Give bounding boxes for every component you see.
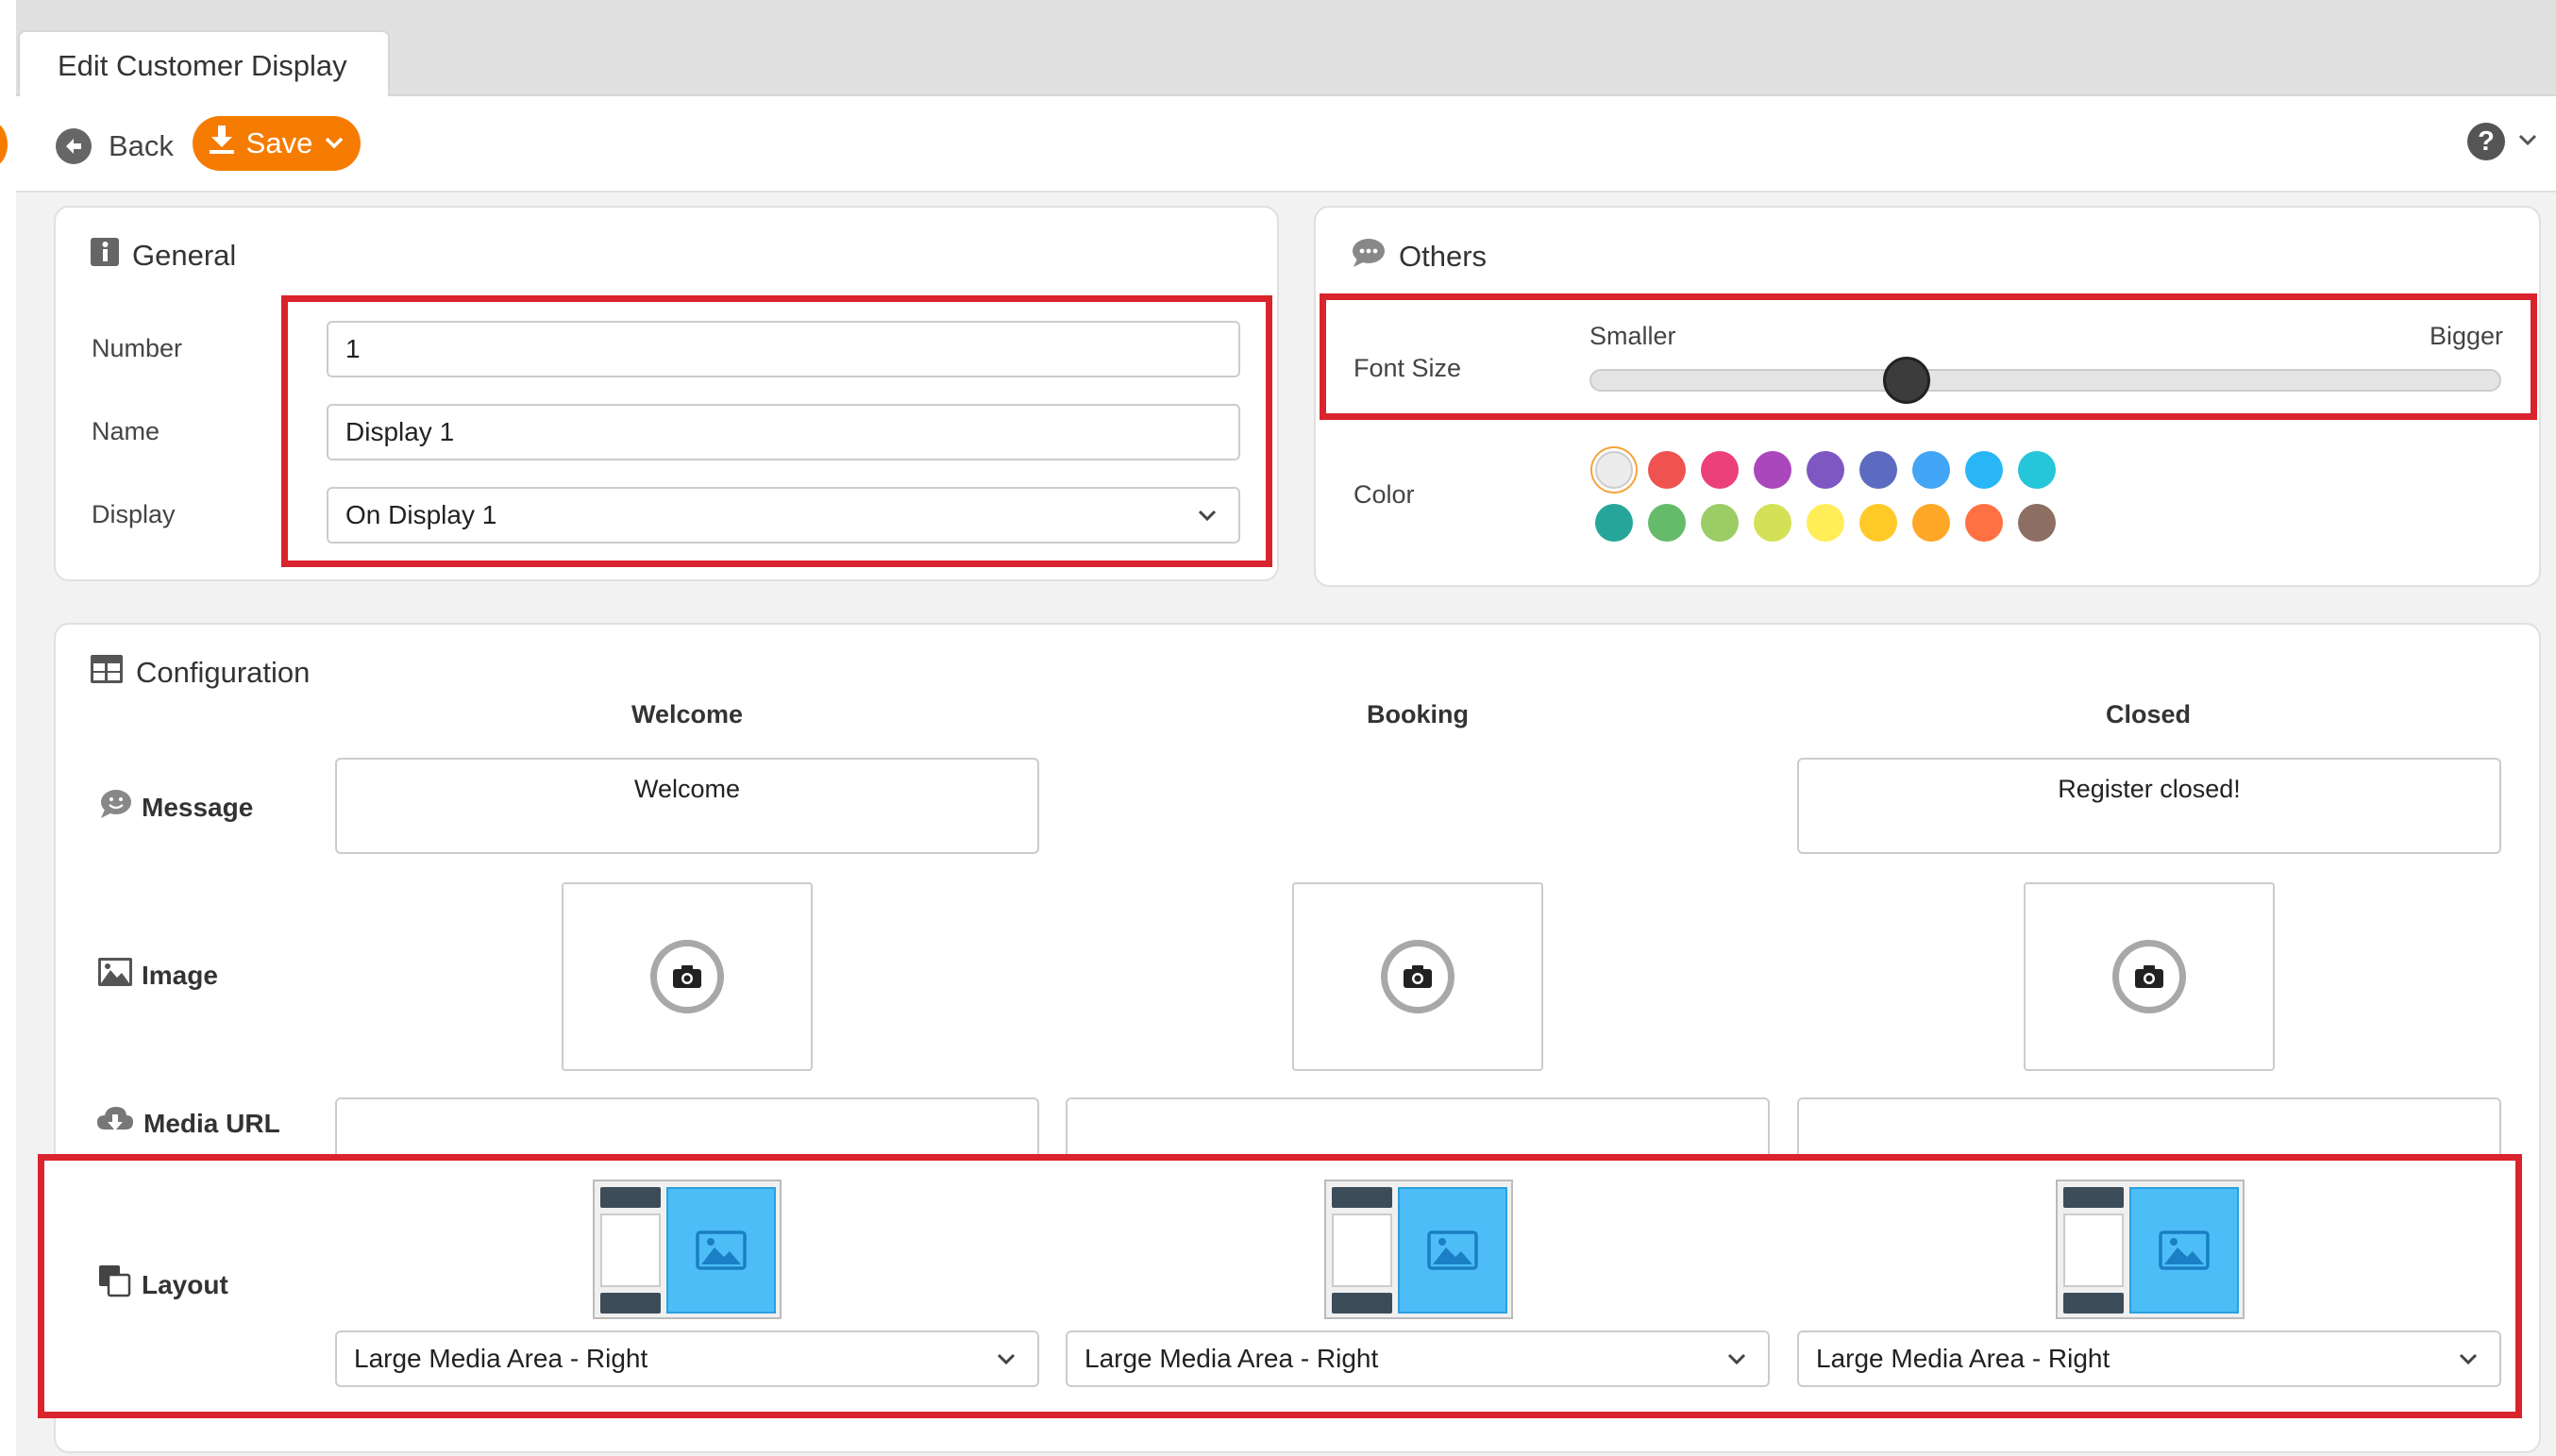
camera-icon bbox=[2112, 940, 2186, 1013]
general-title: General bbox=[91, 238, 236, 274]
booking-message-input[interactable] bbox=[1066, 758, 1770, 854]
camera-icon bbox=[650, 940, 724, 1013]
copy-icon bbox=[98, 1264, 132, 1305]
chevron-down-icon bbox=[997, 1353, 1016, 1365]
picture-icon bbox=[2129, 1187, 2239, 1314]
welcome-layout-select[interactable]: Large Media Area - Right bbox=[335, 1330, 1039, 1387]
table-grid-icon bbox=[91, 655, 123, 691]
color-swatch[interactable] bbox=[1595, 504, 1633, 542]
chevron-down-icon bbox=[1727, 1353, 1746, 1365]
closed-layout-preview[interactable] bbox=[2056, 1180, 2245, 1319]
column-header-closed: Closed bbox=[2105, 700, 2192, 728]
tab-edit-customer-display[interactable]: Edit Customer Display bbox=[18, 30, 390, 98]
message-row-label: Message bbox=[98, 789, 253, 826]
color-swatch[interactable] bbox=[1648, 451, 1686, 489]
display-label: Display bbox=[92, 500, 176, 528]
layout-sidebar bbox=[1332, 1187, 1392, 1314]
name-input[interactable]: Display 1 bbox=[327, 404, 1240, 460]
chevron-down-icon bbox=[1198, 510, 1217, 522]
picture-icon bbox=[1398, 1187, 1507, 1314]
camera-icon bbox=[1381, 940, 1455, 1013]
help-menu[interactable]: ? bbox=[2467, 123, 2539, 160]
welcome-media-url-input[interactable] bbox=[335, 1097, 1039, 1154]
color-swatch[interactable] bbox=[1912, 504, 1950, 542]
color-swatch[interactable] bbox=[1701, 504, 1739, 542]
color-swatch[interactable] bbox=[1965, 504, 2003, 542]
color-label: Color bbox=[1354, 480, 1415, 509]
chevron-down-icon bbox=[2459, 1353, 2478, 1365]
smiley-comment-icon bbox=[98, 789, 132, 826]
booking-layout-preview[interactable] bbox=[1324, 1180, 1513, 1319]
booking-image-upload[interactable] bbox=[1292, 882, 1543, 1071]
column-header-booking: Booking bbox=[1367, 700, 1469, 728]
color-swatch[interactable] bbox=[1754, 451, 1791, 489]
closed-message-input[interactable]: Register closed! bbox=[1797, 758, 2501, 854]
color-swatch[interactable] bbox=[2018, 451, 2056, 489]
chevron-down-icon bbox=[324, 126, 345, 160]
booking-media-url-input[interactable] bbox=[1066, 1097, 1770, 1154]
picture-icon bbox=[666, 1187, 776, 1314]
column-header-welcome: Welcome bbox=[631, 700, 744, 728]
toolbar: Back Save ? bbox=[16, 96, 2556, 192]
font-size-slider-track[interactable] bbox=[1589, 369, 2501, 392]
cloud-download-icon bbox=[96, 1105, 134, 1142]
layout-sidebar bbox=[2063, 1187, 2124, 1314]
color-swatch[interactable] bbox=[1807, 504, 1844, 542]
welcome-image-upload[interactable] bbox=[562, 882, 813, 1071]
color-swatch[interactable] bbox=[1595, 451, 1633, 489]
number-input[interactable]: 1 bbox=[327, 321, 1240, 377]
layout-sidebar bbox=[600, 1187, 661, 1314]
booking-layout-select[interactable]: Large Media Area - Right bbox=[1066, 1330, 1770, 1387]
tab-bar: Edit Customer Display bbox=[16, 0, 2556, 98]
closed-layout-select[interactable]: Large Media Area - Right bbox=[1797, 1330, 2501, 1387]
left-edge-strip bbox=[0, 0, 16, 1456]
bigger-label: Bigger bbox=[2430, 322, 2504, 350]
welcome-layout-preview[interactable] bbox=[593, 1180, 782, 1319]
image-row-label: Image bbox=[98, 958, 218, 993]
configuration-title: Configuration bbox=[91, 655, 310, 691]
color-swatch[interactable] bbox=[1912, 451, 1950, 489]
others-title: Others bbox=[1352, 238, 1487, 276]
color-swatch[interactable] bbox=[2018, 504, 2056, 542]
back-button[interactable]: Back bbox=[56, 125, 174, 168]
save-button[interactable]: Save bbox=[193, 116, 361, 171]
color-swatch[interactable] bbox=[1965, 451, 2003, 489]
number-label: Number bbox=[92, 334, 183, 362]
help-icon: ? bbox=[2467, 123, 2505, 160]
color-swatch[interactable] bbox=[1859, 451, 1897, 489]
download-icon bbox=[209, 126, 235, 161]
name-label: Name bbox=[92, 417, 160, 445]
smaller-label: Smaller bbox=[1589, 322, 1676, 350]
color-swatch[interactable] bbox=[1648, 504, 1686, 542]
comment-icon bbox=[1352, 238, 1386, 276]
closed-media-url-input[interactable] bbox=[1797, 1097, 2501, 1154]
image-icon bbox=[98, 958, 132, 993]
arrow-left-icon bbox=[56, 128, 92, 164]
color-swatch[interactable] bbox=[1807, 451, 1844, 489]
layout-row-label: Layout bbox=[98, 1264, 228, 1305]
color-swatch[interactable] bbox=[1701, 451, 1739, 489]
display-select[interactable]: On Display 1 bbox=[327, 487, 1240, 544]
color-swatch[interactable] bbox=[1754, 504, 1791, 542]
save-label: Save bbox=[245, 126, 313, 159]
display-select-value: On Display 1 bbox=[345, 500, 497, 529]
closed-image-upload[interactable] bbox=[2024, 882, 2275, 1071]
welcome-message-input[interactable]: Welcome bbox=[335, 758, 1039, 854]
color-swatch[interactable] bbox=[1859, 504, 1897, 542]
media-url-row-label: Media URL bbox=[96, 1105, 280, 1142]
back-label: Back bbox=[109, 129, 174, 162]
chevron-down-icon bbox=[2516, 128, 2539, 156]
info-icon bbox=[91, 238, 119, 274]
font-size-label: Font Size bbox=[1354, 354, 1462, 382]
